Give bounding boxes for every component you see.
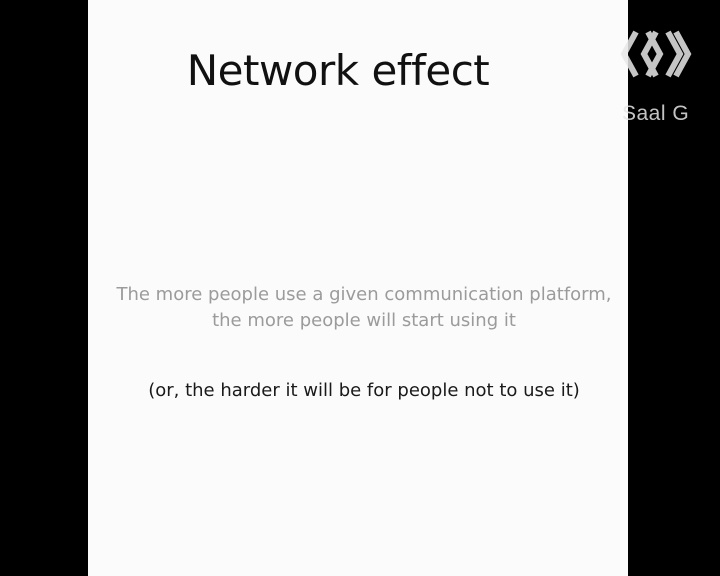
video-frame: Network effect The more people use a giv… (0, 0, 720, 576)
broadcast-overlay: Saal G (620, 26, 710, 130)
slide-body-text: The more people use a given communicatio… (116, 284, 612, 331)
ccc-logo-icon (620, 30, 692, 78)
presentation-slide: Network effect The more people use a giv… (88, 0, 628, 576)
slide-note-text: (or, the harder it will be for people no… (148, 380, 580, 401)
room-label: Saal G (622, 102, 690, 125)
slide-title: Network effect (186, 46, 490, 95)
